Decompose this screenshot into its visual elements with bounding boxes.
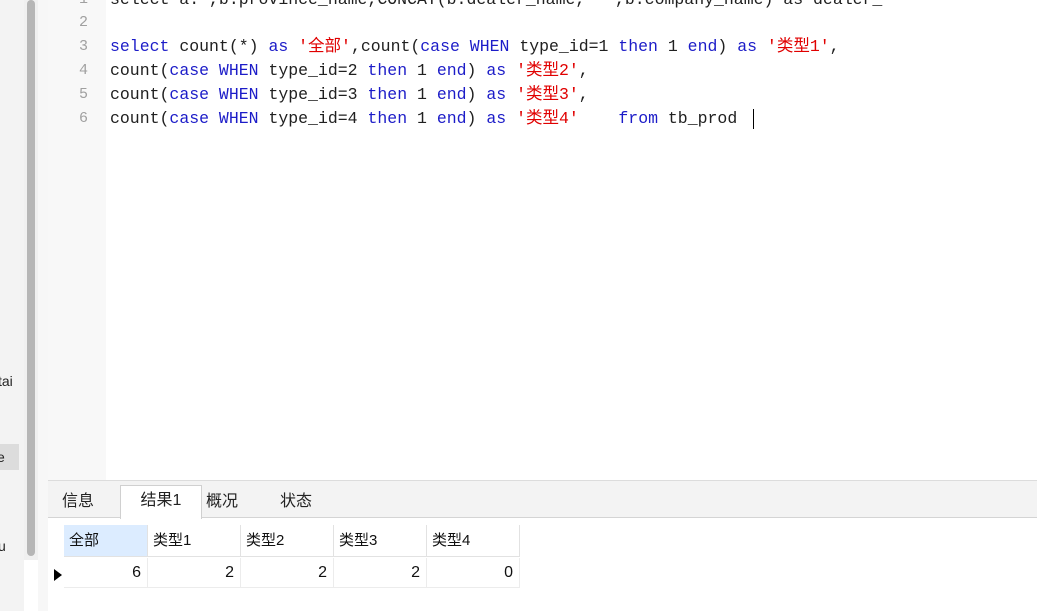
keyword: case WHEN: [169, 85, 269, 104]
code-text: count(case WHEN type_id=4 then 1 end) as…: [110, 107, 755, 131]
column-header[interactable]: 类型4: [427, 525, 520, 557]
table-cell[interactable]: 2: [148, 558, 241, 588]
code-token: ,: [578, 61, 589, 80]
code-token: select a.*,b.province_name,CONCAT(b.deal…: [110, 0, 882, 9]
tab-info[interactable]: 信息: [54, 487, 102, 517]
column-header[interactable]: 类型1: [148, 525, 241, 557]
keyword: case WHEN: [420, 37, 520, 56]
keyword: then: [618, 37, 668, 56]
code-token: count(*): [179, 37, 269, 56]
column-header[interactable]: 全部: [64, 525, 148, 557]
code-token: ): [466, 109, 487, 128]
keyword: then: [367, 61, 417, 80]
code-token: ): [466, 85, 487, 104]
left-sidebar: tai e u: [0, 0, 24, 611]
keyword: end: [436, 61, 467, 80]
code-token: 1: [417, 109, 437, 128]
code-token: ,: [578, 85, 589, 104]
results-tab-bar: 信息 结果1 概况 状态: [48, 481, 1037, 519]
code-token: ): [717, 37, 738, 56]
code-token: ,count(: [350, 37, 421, 56]
line-number: 4: [78, 62, 88, 79]
string-literal: '类型4': [516, 109, 579, 128]
string-literal: '类型1': [766, 37, 830, 56]
current-row-pointer-icon: [54, 569, 62, 581]
keyword: case WHEN: [169, 109, 269, 128]
code-token: ): [466, 61, 487, 80]
string-literal: '类型3': [516, 85, 579, 104]
results-panel: 信息 结果1 概况 状态 全部 类型1 类型2 类型3 类型4 6 2 2 2 0: [48, 480, 1037, 612]
keyword: case WHEN: [169, 61, 269, 80]
table-cell[interactable]: 0: [427, 558, 520, 588]
code-token: type_id=1: [519, 37, 619, 56]
keyword: as: [268, 37, 299, 56]
code-text: select count(*) as '全部',count(case WHEN …: [110, 35, 840, 59]
code-token: 1: [667, 37, 688, 56]
code-text: count(case WHEN type_id=2 then 1 end) as…: [110, 59, 589, 83]
code-text: count(case WHEN type_id=3 then 1 end) as…: [110, 83, 589, 107]
tab-overview[interactable]: 概况: [198, 487, 246, 517]
string-literal: '类型2': [516, 61, 579, 80]
keyword: as: [486, 61, 517, 80]
code-token: 1: [417, 85, 437, 104]
table-cell[interactable]: 2: [241, 558, 334, 588]
text-caret: [753, 108, 755, 129]
code-token: count(: [110, 61, 170, 80]
sidebar-item-selected[interactable]: e: [0, 444, 19, 470]
code-token: ,: [829, 37, 840, 56]
sidebar-scrollbar-thumb[interactable]: [27, 0, 35, 556]
keyword: end: [436, 109, 467, 128]
table-cell[interactable]: 2: [334, 558, 427, 588]
column-header[interactable]: 类型3: [334, 525, 427, 557]
string-literal: '全部': [298, 37, 351, 56]
keyword: from: [618, 109, 668, 128]
line-number: 5: [78, 86, 88, 103]
keyword: as: [486, 85, 517, 104]
code-token: 1: [417, 61, 437, 80]
tab-status[interactable]: 状态: [272, 487, 320, 517]
keyword: end: [436, 85, 467, 104]
sql-editor[interactable]: 1 select a.*,b.province_name,CONCAT(b.dea…: [48, 0, 1037, 480]
sidebar-item[interactable]: tai: [0, 373, 13, 389]
code-token: count(: [110, 109, 170, 128]
code-token: count(: [110, 85, 170, 104]
column-header[interactable]: 类型2: [241, 525, 334, 557]
code-token: type_id=2: [268, 61, 368, 80]
line-number: 3: [78, 38, 88, 55]
line-number: 6: [78, 110, 88, 127]
code-token: type_id=4: [268, 109, 368, 128]
keyword: as: [737, 37, 767, 56]
code-text: select a.*,b.province_name,CONCAT(b.deal…: [110, 0, 882, 12]
sidebar-item[interactable]: u: [0, 538, 6, 554]
keyword: then: [367, 109, 417, 128]
keyword: then: [367, 85, 417, 104]
keyword: as: [486, 109, 517, 128]
panel-divider: [38, 0, 48, 611]
keyword: end: [687, 37, 718, 56]
line-number: 2: [78, 14, 88, 31]
keyword: select: [110, 37, 180, 56]
tab-result1[interactable]: 结果1: [120, 485, 202, 519]
table-cell[interactable]: 6: [64, 558, 148, 588]
code-token: tb_prod: [667, 109, 748, 128]
code-token: type_id=3: [268, 85, 368, 104]
